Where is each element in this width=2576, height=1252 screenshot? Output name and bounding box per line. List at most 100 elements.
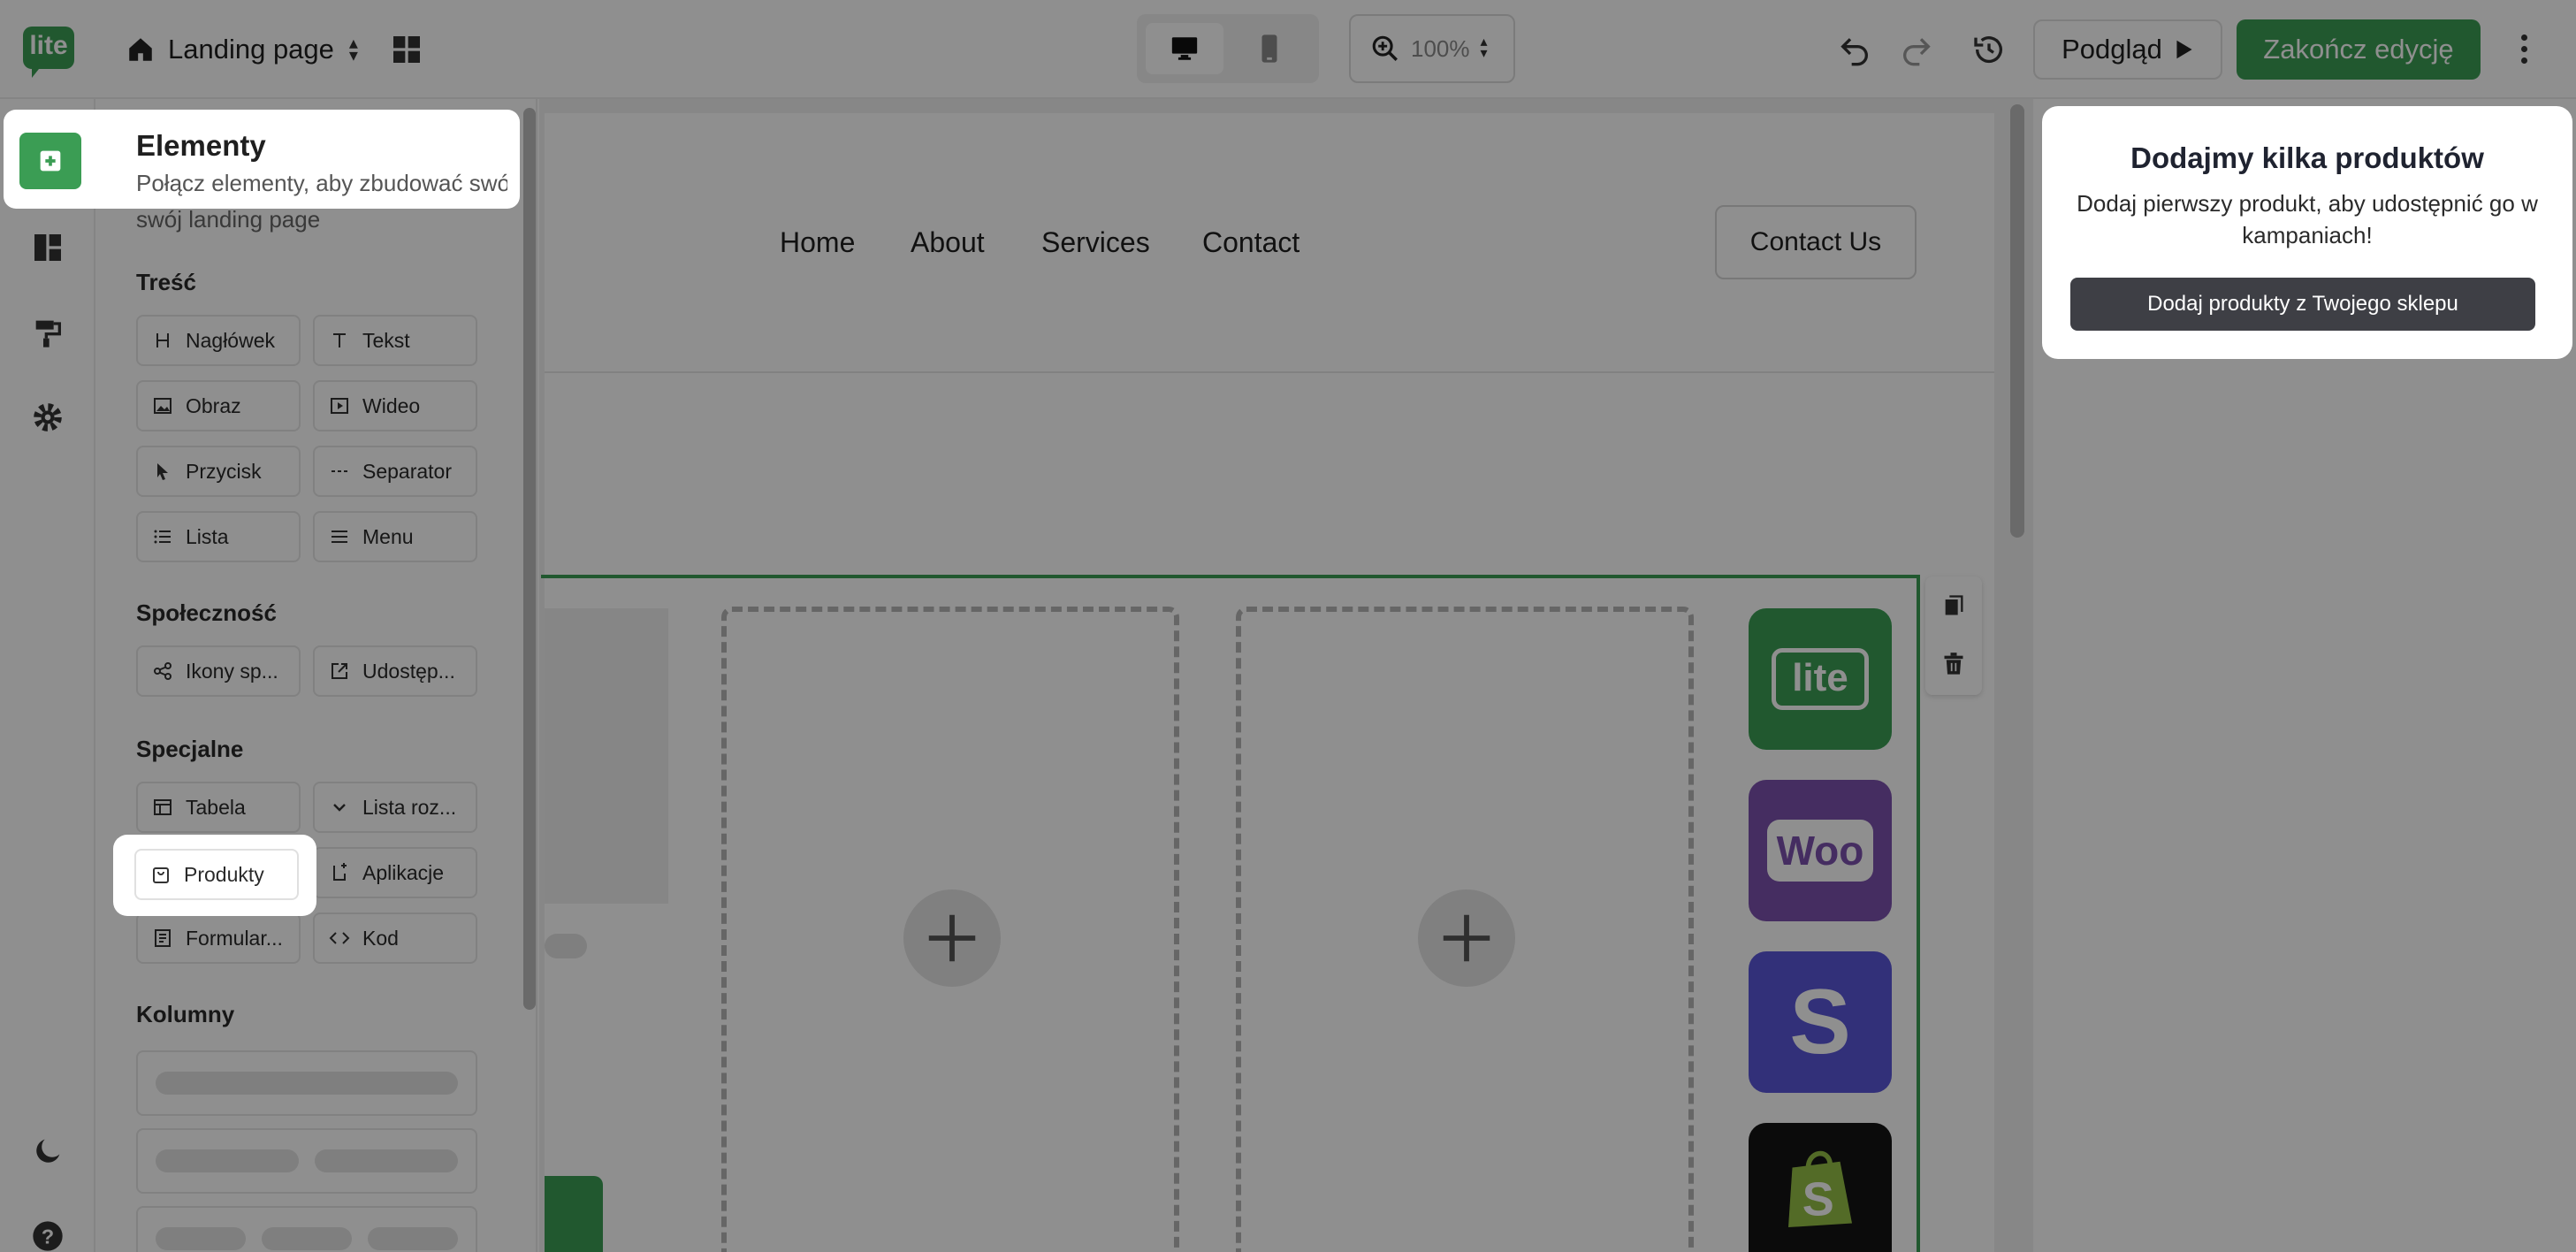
- canvas-scrollbar[interactable]: [2010, 104, 2024, 538]
- button-placeholder[interactable]: [545, 1176, 603, 1252]
- element-code[interactable]: Kod: [313, 912, 477, 964]
- shopping-bag-icon: [153, 867, 169, 883]
- dark-mode-button[interactable]: [19, 1123, 76, 1179]
- column-layout-3[interactable]: [136, 1206, 477, 1252]
- element-products[interactable]: Produkty: [134, 849, 299, 900]
- element-apps[interactable]: Aplikacje: [313, 847, 477, 898]
- home-icon: [129, 38, 152, 61]
- zoom-select[interactable]: 100% ▴ ▾: [1349, 14, 1515, 83]
- element-list[interactable]: Lista: [136, 511, 301, 562]
- section-social-title: Społeczność: [136, 599, 277, 626]
- nav-services[interactable]: Services: [1041, 226, 1150, 259]
- nav-contact[interactable]: Contact: [1202, 226, 1299, 259]
- desktop-view-button[interactable]: [1146, 23, 1223, 74]
- undo-icon[interactable]: [1837, 32, 1872, 67]
- element-dropdown-list[interactable]: Lista roz...: [313, 782, 477, 833]
- code-icon: [329, 932, 350, 944]
- add-products-button[interactable]: Dodaj produkty z Twojego sklepu: [2070, 278, 2535, 331]
- element-image[interactable]: Obraz: [136, 380, 301, 431]
- section-columns-title: Kolumny: [136, 1001, 235, 1027]
- image-icon: [154, 398, 171, 414]
- element-menu[interactable]: Menu: [313, 511, 477, 562]
- shopify-logo[interactable]: S: [1749, 1123, 1892, 1252]
- text-icon: [333, 333, 346, 347]
- woocommerce-logo[interactable]: Woo: [1749, 780, 1892, 921]
- separator-icon: [332, 470, 347, 472]
- highlight-title: Elementy: [136, 129, 266, 162]
- updown-chevron-icon: ▴ ▾: [1480, 34, 1488, 61]
- nav-home[interactable]: Home: [780, 226, 855, 259]
- add-element-plus-icon[interactable]: [1418, 889, 1515, 987]
- highlight-products: Produkty: [113, 835, 316, 916]
- help-icon: ?: [33, 1221, 63, 1251]
- panel-scrollbar[interactable]: [523, 108, 536, 1010]
- mobile-view-button[interactable]: [1231, 23, 1308, 74]
- contact-us-button[interactable]: Contact Us: [1715, 205, 1917, 279]
- chevron-down-icon: [333, 804, 346, 812]
- products-onboarding-popup: Dodajmy kilka produktów Dodaj pierwszy p…: [2042, 106, 2572, 359]
- popup-text: Dodaj pierwszy produkt, aby udostępnić g…: [2077, 190, 2538, 248]
- popup-title: Dodajmy kilka produktów: [2130, 141, 2484, 174]
- rail-design-button[interactable]: [19, 304, 76, 361]
- section-side-tools: [1925, 576, 1982, 695]
- element-form[interactable]: Formular...: [136, 912, 301, 964]
- play-icon: [2176, 40, 2192, 59]
- header-divider: [545, 371, 1994, 373]
- element-table[interactable]: Tabela: [136, 782, 301, 833]
- duplicate-icon[interactable]: [1941, 592, 1966, 619]
- app-logo[interactable]: lite: [23, 27, 74, 78]
- svg-text:S: S: [1802, 1173, 1834, 1226]
- top-toolbar: lite Landing page ▴ ▾ 100% ▴ ▾ Podgląd Zak…: [0, 0, 2576, 99]
- column-layout-1[interactable]: [136, 1050, 477, 1116]
- empty-column-dropzone-2[interactable]: [1236, 607, 1694, 1252]
- share-nodes-icon: [154, 662, 171, 680]
- highlight-elements-header: Elementy Połącz elementy, aby zbudować s…: [4, 110, 520, 209]
- page-selector[interactable]: Landing page ▴ ▾: [126, 27, 361, 73]
- element-separator[interactable]: Separator: [313, 446, 477, 497]
- highlight-subtitle: Połącz elementy, aby zbudować swój landi…: [136, 170, 507, 196]
- shopify-bag-icon: S: [1788, 1150, 1852, 1227]
- preview-label: Podgląd: [2062, 34, 2162, 65]
- paint-icon: [35, 320, 61, 347]
- image-placeholder[interactable]: [545, 608, 668, 904]
- finish-editing-button[interactable]: Zakończ edycję: [2237, 19, 2481, 80]
- form-icon: [155, 929, 171, 947]
- video-icon: [331, 398, 348, 414]
- heading-icon: [156, 333, 169, 347]
- more-options-icon[interactable]: [2509, 28, 2539, 69]
- apps-icon: [333, 863, 347, 881]
- desktop-icon: [1171, 37, 1198, 60]
- device-toggle: [1137, 14, 1319, 83]
- svg-text:?: ?: [42, 1225, 54, 1248]
- elements-panel: Elementy Połącz elementy, aby zbudować s…: [95, 99, 537, 1252]
- moon-icon: [36, 1139, 60, 1163]
- element-video[interactable]: Wideo: [313, 380, 477, 431]
- trash-icon[interactable]: [1941, 651, 1966, 677]
- element-heading[interactable]: Nagłówek: [136, 315, 301, 366]
- empty-column-dropzone-1[interactable]: [721, 607, 1179, 1252]
- menu-icon: [332, 531, 347, 543]
- column-layout-2[interactable]: [136, 1128, 477, 1194]
- nav-about[interactable]: About: [911, 226, 985, 259]
- redo-icon[interactable]: [1899, 32, 1934, 67]
- element-share[interactable]: Udostęp...: [313, 645, 477, 697]
- rail-settings-button[interactable]: [19, 389, 76, 446]
- updown-chevron-icon: ▴ ▾: [348, 34, 358, 65]
- add-element-plus-icon[interactable]: [903, 889, 1001, 987]
- stripe-logo[interactable]: S: [1749, 951, 1892, 1093]
- add-element-icon[interactable]: [19, 133, 81, 189]
- element-social-icons[interactable]: Ikony sp...: [136, 645, 301, 697]
- left-rail: ?: [0, 99, 95, 1252]
- help-button[interactable]: ?: [19, 1208, 76, 1252]
- pages-grid-icon[interactable]: [389, 32, 424, 67]
- mobile-icon: [1261, 34, 1277, 63]
- gear-icon: [34, 403, 62, 431]
- cursor-icon: [157, 463, 168, 480]
- rail-layout-button[interactable]: [19, 219, 76, 276]
- lite-app-logo[interactable]: lite: [1749, 608, 1892, 750]
- preview-button[interactable]: Podgląd: [2033, 19, 2222, 80]
- history-icon[interactable]: [1971, 32, 2007, 67]
- element-button[interactable]: Przycisk: [136, 446, 301, 497]
- element-text[interactable]: Tekst: [313, 315, 477, 366]
- section-special-title: Specjalne: [136, 736, 244, 762]
